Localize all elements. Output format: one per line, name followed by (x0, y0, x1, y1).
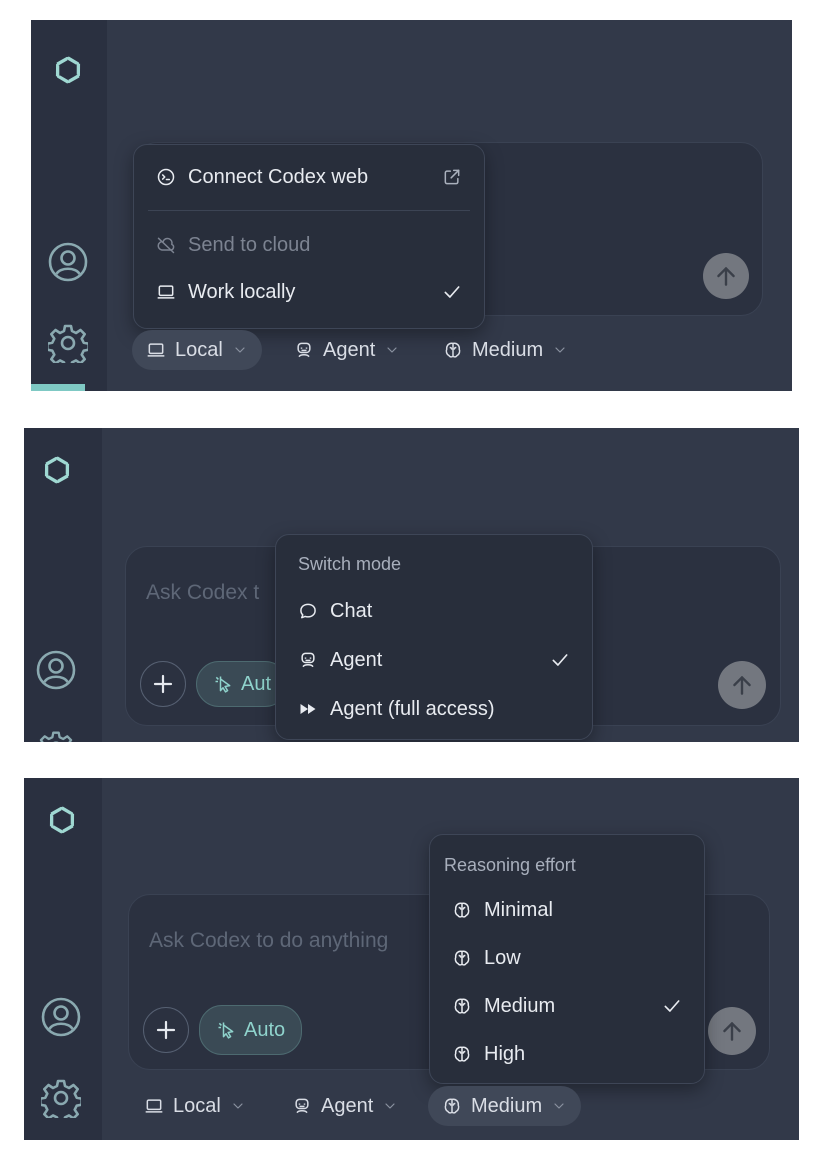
checkmark-icon (550, 650, 570, 670)
chevron-down-icon (551, 1098, 567, 1114)
menu-item-low[interactable]: Low (452, 943, 682, 973)
add-attachment-button[interactable] (140, 661, 186, 707)
openai-logo-icon[interactable] (39, 452, 75, 488)
robot-icon (294, 340, 314, 360)
menu-item-send-to-cloud: Send to cloud (156, 230, 462, 260)
location-menu: Connect Codex web Send to cloud Work loc… (133, 144, 485, 329)
settings-gear-icon[interactable] (48, 323, 88, 363)
panel-location-menu: Connect Codex web Send to cloud Work loc… (31, 20, 792, 391)
arrow-up-icon (719, 1018, 745, 1044)
menu-item-agent[interactable]: Agent (298, 645, 570, 675)
sidebar (24, 428, 102, 742)
profile-icon[interactable] (48, 242, 88, 282)
location-label: Local (175, 338, 223, 361)
panel-mode-menu: Ask Codex t Aut Switch mode Chat Agent A… (24, 428, 799, 742)
reasoning-effort-menu: Reasoning effort Minimal Low Medium High (429, 834, 705, 1084)
brain-icon (443, 340, 463, 360)
menu-item-connect-codex-web[interactable]: Connect Codex web (156, 162, 462, 192)
chat-bubble-icon (298, 601, 318, 621)
sidebar (24, 778, 102, 1140)
menu-heading: Reasoning effort (444, 855, 576, 875)
menu-item-medium[interactable]: Medium (452, 991, 682, 1021)
laptop-icon (144, 1096, 164, 1116)
reasoning-dropdown[interactable]: Medium (429, 330, 582, 370)
send-button[interactable] (708, 1007, 756, 1055)
mode-label: Agent (323, 338, 376, 361)
chevron-down-icon (384, 342, 400, 358)
laptop-icon (146, 340, 166, 360)
cloud-off-icon (156, 235, 176, 255)
menu-item-label: Agent (330, 648, 383, 671)
menu-item-label: Medium (484, 994, 556, 1017)
mode-dropdown[interactable]: Agent (278, 1086, 412, 1126)
plus-icon (154, 1018, 178, 1042)
mode-menu: Switch mode Chat Agent Agent (full acces… (275, 534, 593, 740)
menu-item-work-locally[interactable]: Work locally (156, 277, 462, 307)
checkmark-icon (662, 996, 682, 1016)
external-link-icon (442, 167, 462, 187)
robot-icon (292, 1096, 312, 1116)
send-button[interactable] (718, 661, 766, 709)
robot-icon (298, 650, 318, 670)
add-attachment-button[interactable] (143, 1007, 189, 1053)
menu-item-label: Low (484, 946, 521, 969)
brain-icon (442, 1096, 462, 1116)
mode-dropdown[interactable]: Agent (280, 330, 414, 370)
mode-label: Agent (321, 1094, 374, 1117)
brain-icon (452, 900, 472, 920)
reasoning-label: Medium (472, 338, 544, 361)
sidebar (31, 20, 107, 391)
menu-item-chat[interactable]: Chat (298, 596, 570, 626)
menu-item-label: Minimal (484, 898, 553, 921)
openai-logo-icon[interactable] (44, 802, 80, 838)
prompt-placeholder[interactable]: Ask Codex to do anything (149, 929, 388, 953)
menu-heading: Switch mode (298, 554, 402, 574)
chevron-down-icon (382, 1098, 398, 1114)
menu-item-high[interactable]: High (452, 1039, 682, 1069)
sidebar-active-indicator (31, 384, 85, 391)
send-button[interactable] (703, 253, 749, 299)
profile-icon[interactable] (41, 997, 81, 1037)
menu-item-label: Agent (full access) (330, 697, 495, 720)
arrow-up-icon (713, 263, 739, 289)
auto-label: Aut (241, 672, 272, 695)
menu-item-label: Chat (330, 599, 373, 622)
reasoning-label: Medium (471, 1094, 543, 1117)
settings-gear-icon[interactable] (41, 1078, 81, 1118)
plus-icon (151, 672, 175, 696)
terminal-circle-icon (156, 167, 176, 187)
menu-item-label: Connect Codex web (188, 165, 369, 188)
reasoning-dropdown[interactable]: Medium (428, 1086, 582, 1126)
chevron-down-icon (232, 342, 248, 358)
prompt-placeholder[interactable]: Ask Codex t (146, 581, 259, 605)
chevron-down-icon (552, 342, 568, 358)
location-dropdown[interactable]: Local (132, 330, 262, 370)
laptop-icon (156, 282, 176, 302)
location-label: Local (173, 1094, 221, 1117)
arrow-up-icon (729, 672, 755, 698)
auto-button[interactable]: Auto (199, 1005, 303, 1055)
menu-item-label: Send to cloud (188, 233, 311, 256)
checkmark-icon (442, 282, 462, 302)
auto-label: Auto (244, 1018, 286, 1041)
profile-icon[interactable] (36, 650, 76, 690)
cursor-click-icon (213, 674, 233, 694)
fast-forward-icon (298, 699, 318, 719)
menu-item-agent-full-access[interactable]: Agent (full access) (298, 694, 570, 724)
menu-item-label: High (484, 1042, 526, 1065)
menu-item-minimal[interactable]: Minimal (452, 895, 682, 925)
settings-gear-icon[interactable] (38, 730, 74, 742)
brain-icon (452, 1044, 472, 1064)
menu-item-label: Work locally (188, 280, 296, 303)
panel-reasoning-menu: Ask Codex to do anything Auto Reasoning … (24, 778, 799, 1140)
brain-icon (452, 996, 472, 1016)
chevron-down-icon (230, 1098, 246, 1114)
brain-icon (452, 948, 472, 968)
menu-divider (148, 210, 470, 211)
location-dropdown[interactable]: Local (130, 1086, 260, 1126)
openai-logo-icon[interactable] (50, 52, 86, 88)
cursor-click-icon (216, 1020, 236, 1040)
